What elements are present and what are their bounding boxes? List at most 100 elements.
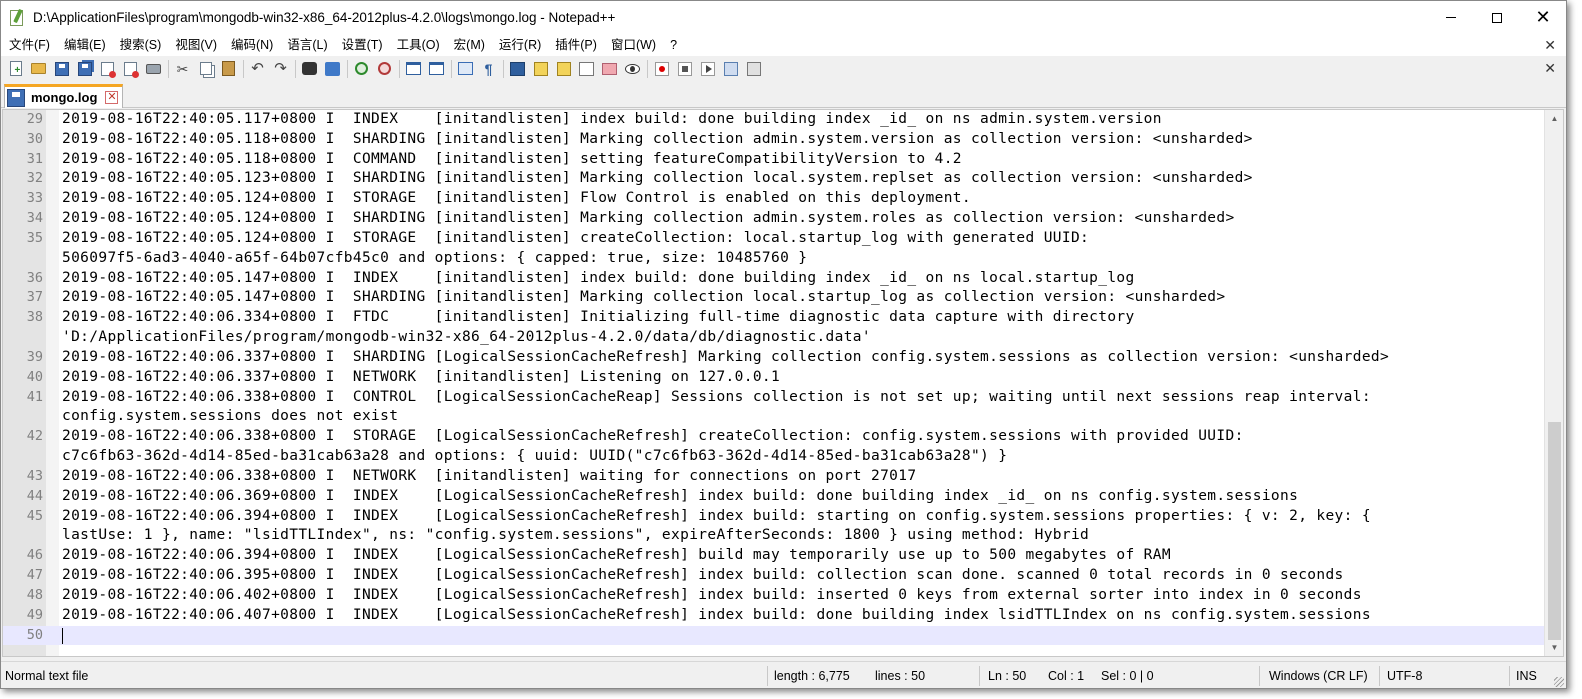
code-line[interactable]: 44 2019-08-16T22:40:06.369+0800 I INDEX [… bbox=[3, 487, 1546, 507]
menu-tools[interactable]: 工具(O) bbox=[390, 34, 447, 56]
close-window-button[interactable]: ✕ bbox=[1520, 1, 1566, 34]
code-line[interactable]: 45 2019-08-16T22:40:06.394+0800 I INDEX [… bbox=[3, 507, 1546, 527]
minimize-button[interactable] bbox=[1428, 1, 1474, 34]
code-line[interactable]: 34 2019-08-16T22:40:05.124+0800 I SHARDIN… bbox=[3, 209, 1546, 229]
sync-vertical-button[interactable] bbox=[403, 59, 424, 79]
code-line[interactable]: 46 2019-08-16T22:40:06.394+0800 I INDEX [… bbox=[3, 546, 1546, 566]
code-line[interactable]: 50 bbox=[3, 625, 1546, 646]
save-macro-icon bbox=[746, 61, 761, 76]
code-line[interactable]: 36 2019-08-16T22:40:05.147+0800 I INDEX [… bbox=[3, 269, 1546, 289]
menu-macro[interactable]: 宏(M) bbox=[447, 34, 492, 56]
code-line[interactable]: 43 2019-08-16T22:40:06.338+0800 I NETWORK… bbox=[3, 467, 1546, 487]
scroll-up-icon[interactable]: ▲ bbox=[1545, 110, 1563, 127]
code-line[interactable]: 39 2019-08-16T22:40:06.337+0800 I SHARDIN… bbox=[3, 348, 1546, 368]
indent-guide-button[interactable] bbox=[507, 59, 528, 79]
vertical-scrollbar[interactable]: ▲ ▼ bbox=[1544, 110, 1563, 656]
menu-settings[interactable]: 设置(T) bbox=[335, 34, 390, 56]
zoom-in-button[interactable] bbox=[351, 59, 372, 79]
line-text: 2019-08-16T22:40:06.395+0800 I INDEX [Lo… bbox=[62, 567, 1344, 584]
code-line[interactable]: 42 2019-08-16T22:40:06.338+0800 I STORAGE… bbox=[3, 427, 1546, 447]
notepadpp-app-icon[interactable] bbox=[9, 8, 25, 27]
run-macro-multiple-button[interactable] bbox=[720, 59, 741, 79]
scrollbar-thumb[interactable] bbox=[1548, 422, 1561, 640]
tab-close-icon[interactable]: ✕ bbox=[105, 91, 119, 104]
editor-pane[interactable]: 29 2019-08-16T22:40:05.117+0800 I INDEX [… bbox=[2, 109, 1564, 657]
resize-grip[interactable] bbox=[1554, 677, 1564, 687]
toolbar-close-icon[interactable]: ✕ bbox=[1544, 60, 1556, 77]
function-list-button[interactable] bbox=[576, 59, 597, 79]
undo-icon: ↶ bbox=[251, 60, 264, 77]
print-button[interactable] bbox=[143, 59, 164, 79]
menu-language[interactable]: 语言(L) bbox=[280, 34, 334, 56]
close-document-icon[interactable]: ✕ bbox=[1544, 37, 1556, 54]
new-file-button[interactable] bbox=[5, 59, 26, 79]
sync-horizontal-button[interactable] bbox=[426, 59, 447, 79]
find-button[interactable] bbox=[299, 59, 320, 79]
code-line[interactable]: 47 2019-08-16T22:40:06.395+0800 I INDEX [… bbox=[3, 566, 1546, 586]
code-line[interactable]: 31 2019-08-16T22:40:05.118+0800 I COMMAND… bbox=[3, 150, 1546, 170]
line-text: 2019-08-16T22:40:05.124+0800 I STORAGE [… bbox=[62, 229, 1090, 246]
undo-button[interactable]: ↶ bbox=[247, 59, 268, 79]
monitoring-button[interactable] bbox=[622, 59, 643, 79]
paste-button[interactable] bbox=[218, 59, 239, 79]
status-eol[interactable]: Windows (CR LF) bbox=[1269, 662, 1368, 688]
record-macro-button[interactable] bbox=[651, 59, 672, 79]
code-line-wrap[interactable]: 'D:/ApplicationFiles/program/mongodb-win… bbox=[3, 328, 1546, 348]
notepadpp-window: D:\ApplicationFiles\program\mongodb-win3… bbox=[0, 0, 1567, 689]
word-wrap-button[interactable] bbox=[455, 59, 476, 79]
zoom-out-button[interactable] bbox=[374, 59, 395, 79]
line-text: 2019-08-16T22:40:06.338+0800 I NETWORK [… bbox=[62, 467, 917, 484]
redo-button[interactable]: ↷ bbox=[270, 59, 291, 79]
menu-view[interactable]: 视图(V) bbox=[168, 34, 224, 56]
code-line[interactable]: 29 2019-08-16T22:40:05.117+0800 I INDEX [… bbox=[3, 110, 1546, 130]
code-line[interactable]: 49 2019-08-16T22:40:06.407+0800 I INDEX [… bbox=[3, 606, 1546, 626]
menu-help[interactable]: ? bbox=[663, 34, 684, 56]
menu-edit[interactable]: 编辑(E) bbox=[57, 34, 113, 56]
scroll-down-icon[interactable]: ▼ bbox=[1545, 639, 1563, 656]
menu-encoding[interactable]: 编码(N) bbox=[224, 34, 280, 56]
new-file-icon bbox=[9, 61, 22, 76]
save-button[interactable] bbox=[51, 59, 72, 79]
code-line[interactable]: 33 2019-08-16T22:40:05.124+0800 I STORAGE… bbox=[3, 189, 1546, 209]
document-map-button[interactable] bbox=[553, 59, 574, 79]
save-all-button[interactable] bbox=[74, 59, 95, 79]
code-line-wrap[interactable]: c7c6fb63-362d-4d14-85ed-ba31cab63a28 and… bbox=[3, 447, 1546, 467]
close-all-button[interactable] bbox=[120, 59, 141, 79]
code-area[interactable]: 29 2019-08-16T22:40:05.117+0800 I INDEX [… bbox=[3, 110, 1546, 646]
code-line[interactable]: 32 2019-08-16T22:40:05.123+0800 I SHARDIN… bbox=[3, 169, 1546, 189]
show-all-chars-button[interactable]: ¶ bbox=[478, 59, 499, 79]
copy-button[interactable] bbox=[195, 59, 216, 79]
close-button[interactable] bbox=[97, 59, 118, 79]
menu-window[interactable]: 窗口(W) bbox=[604, 34, 663, 56]
code-line-wrap[interactable]: config.system.sessions does not exist bbox=[3, 407, 1546, 427]
code-line[interactable]: 30 2019-08-16T22:40:05.118+0800 I SHARDIN… bbox=[3, 130, 1546, 150]
user-defined-language-button[interactable] bbox=[530, 59, 551, 79]
replace-icon bbox=[325, 61, 340, 76]
open-file-button[interactable] bbox=[28, 59, 49, 79]
playback-button[interactable] bbox=[697, 59, 718, 79]
save-macro-button[interactable] bbox=[743, 59, 764, 79]
title-bar[interactable]: D:\ApplicationFiles\program\mongodb-win3… bbox=[1, 1, 1566, 34]
code-line[interactable]: 40 2019-08-16T22:40:06.337+0800 I NETWORK… bbox=[3, 368, 1546, 388]
code-line-wrap[interactable]: 506097f5-6ad3-4040-a65f-64b07cfb45c0 and… bbox=[3, 249, 1546, 269]
replace-button[interactable] bbox=[322, 59, 343, 79]
tab-mongo-log[interactable]: mongo.log ✕ bbox=[4, 84, 123, 108]
status-encoding[interactable]: UTF-8 bbox=[1387, 662, 1422, 688]
status-divider bbox=[979, 666, 980, 686]
stop-recording-button[interactable] bbox=[674, 59, 695, 79]
menu-plugins[interactable]: 插件(P) bbox=[548, 34, 604, 56]
menu-run[interactable]: 运行(R) bbox=[492, 34, 548, 56]
folder-as-workspace-button[interactable] bbox=[599, 59, 620, 79]
code-line[interactable]: 35 2019-08-16T22:40:05.124+0800 I STORAGE… bbox=[3, 229, 1546, 249]
code-line-wrap[interactable]: lastUse: 1 }, name: "lsidTTLIndex", ns: … bbox=[3, 526, 1546, 546]
maximize-button[interactable] bbox=[1474, 1, 1520, 34]
menu-search[interactable]: 搜索(S) bbox=[113, 34, 169, 56]
code-line[interactable]: 37 2019-08-16T22:40:05.147+0800 I SHARDIN… bbox=[3, 288, 1546, 308]
status-insert-mode[interactable]: INS bbox=[1516, 662, 1537, 688]
code-line[interactable]: 38 2019-08-16T22:40:06.334+0800 I FTDC [i… bbox=[3, 308, 1546, 328]
saved-file-icon bbox=[7, 88, 25, 107]
cut-button[interactable]: ✂ bbox=[172, 59, 193, 79]
menu-file[interactable]: 文件(F) bbox=[1, 34, 57, 56]
code-line[interactable]: 41 2019-08-16T22:40:06.338+0800 I CONTROL… bbox=[3, 388, 1546, 408]
code-line[interactable]: 48 2019-08-16T22:40:06.402+0800 I INDEX [… bbox=[3, 586, 1546, 606]
